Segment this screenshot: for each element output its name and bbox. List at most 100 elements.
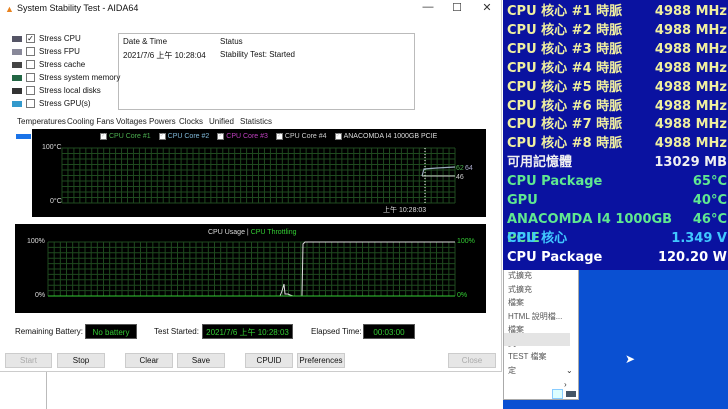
stress-option[interactable]: Stress GPU(s) [12,97,91,110]
temperature-plot [61,147,456,204]
tab-voltages[interactable]: Voltages [116,117,147,126]
osd-label: CPU 核心 #7 時脈 [507,117,623,133]
col-date-header: Date & Time [123,37,168,46]
temp-value-b: 64 [465,165,473,172]
save-button[interactable]: Save [177,353,225,368]
temp-time-label: 上午 10:28:03 [383,207,427,214]
chevron-down-icon[interactable]: ⌄ [566,366,573,375]
tab-temperatures[interactable]: Temperatures [17,117,66,126]
stress-device-icon [12,35,22,42]
menu-item[interactable]: TEST 檔案 [508,351,547,364]
stress-checkbox[interactable]: ✓ [26,34,35,43]
title-bar[interactable]: ▲ System Stability Test - AIDA64 — ☐ ✕ [0,0,500,18]
stress-option[interactable]: ✓ Stress CPU [12,32,81,45]
cpu-usage-chart: CPU Usage | CPU Throttling 100% 0% 100% … [15,224,486,313]
osd-value: 4988 MHz [654,98,727,114]
background-divider [46,372,47,409]
log-status: Stability Test: Started [220,50,295,59]
usage-plot [47,241,456,297]
stress-option[interactable]: Stress cache [12,58,85,71]
osd-value: 46°C [692,211,727,227]
osd-value: 4988 MHz [654,117,727,133]
osd-label: 可用記憶體 [507,155,573,171]
stop-button[interactable]: Stop [57,353,105,368]
maximize-button[interactable]: ☐ [447,1,467,17]
start-button[interactable]: Start [5,353,52,368]
osd-row: CPU Package 120.20 W [507,248,727,267]
stress-option[interactable]: Stress system memory [12,71,120,84]
stress-checkbox[interactable] [26,73,35,82]
osd-row: CPU 核心 1.349 V [507,229,727,248]
elapsed-value: 00:03:00 [363,324,415,339]
test-started-label: Test Started: [154,327,199,336]
battery-label: Remaining Battery: [15,327,84,336]
osd-value: 4988 MHz [654,41,727,57]
preview-view-icon[interactable] [566,391,576,397]
osd-label: CPU 核心 #4 時脈 [507,60,623,76]
menu-item[interactable]: 式擴充 [508,284,532,297]
temp-value-c: 46 [456,174,464,181]
tab-powers[interactable]: Powers [149,117,176,126]
osd-row: CPU 核心 #6 時脈 4988 MHz [507,97,727,116]
elapsed-label: Elapsed Time: [311,327,362,336]
tab-statistics[interactable]: Statistics [240,117,272,126]
aida64-window: ▲ System Stability Test - AIDA64 — ☐ ✕ D… [0,0,502,372]
osd-value: 65°C [692,174,727,190]
stress-option[interactable]: Stress FPU [12,45,80,58]
tab-clocks[interactable]: Clocks [179,117,203,126]
cpu-core-series [421,166,456,177]
menu-highlight [504,333,570,346]
stress-checkbox[interactable] [26,60,35,69]
close-button[interactable]: Close [448,353,496,368]
stress-label: Stress GPU(s) [39,99,91,108]
sensor-osd-panel: CPU 核心 #1 時脈 4988 MHz CPU 核心 #2 時脈 4988 MHz… [503,0,728,270]
osd-label: CPU 核心 #8 時脈 [507,136,623,152]
osd-label: CPU 核心 [507,230,568,246]
osd-value: 4988 MHz [654,60,727,76]
chevron-right-icon[interactable]: › [564,380,567,389]
mouse-cursor-icon: ➤ [625,352,636,366]
osd-row: ANACOMDA I4 1000GB PCIE 46°C [507,210,727,246]
tab-cooling-fans[interactable]: Cooling Fans [67,117,114,126]
osd-label: CPU 核心 #5 時脈 [507,79,623,95]
menu-item[interactable]: 定 [508,365,516,378]
menu-item[interactable]: 式擴充 [508,270,532,283]
osd-label: GPU [507,193,538,208]
menu-item[interactable]: HTML 說明檔... [508,311,562,324]
cpuid-button[interactable]: CPUID [245,353,293,368]
log-date: 2021/7/6 上午 10:28:04 [123,51,206,60]
osd-row: CPU 核心 #4 時脈 4988 MHz [507,59,727,78]
tab-unified[interactable]: Unified [209,117,234,126]
osd-value: 4988 MHz [654,4,727,19]
preferences-button[interactable]: Preferences [297,353,345,368]
osd-value: 4988 MHz [654,136,727,152]
minimize-button[interactable]: — [418,1,438,17]
stress-checkbox[interactable] [26,99,35,108]
osd-row: GPU 40°C [507,191,727,210]
details-view-icon[interactable] [552,389,563,399]
osd-row: 可用記憶體 13029 MB [507,153,727,172]
osd-label: CPU 核心 #2 時脈 [507,22,623,38]
stress-device-icon [12,61,22,68]
stress-checkbox[interactable] [26,86,35,95]
temperature-chart: ✓ CPU Core #1 ✓ CPU Core #2 ✓ CPU Core #3 ✓ CPU… [32,129,486,217]
stress-label: Stress system memory [39,73,121,82]
event-log[interactable]: Date & Time Status 2021/7/6 上午 10:28:04 … [118,33,415,110]
osd-label: CPU 核心 #1 時脈 [507,4,623,19]
context-menu: 式擴充式擴充檔案HTML 說明檔...檔案式TEST 檔案定 ⌄ › [503,268,579,400]
aida64-flame-icon: ▲ [5,4,14,14]
osd-row: CPU 核心 #5 時脈 4988 MHz [507,78,727,97]
menu-item[interactable]: 檔案 [508,297,524,310]
stress-option[interactable]: Stress local disks [12,84,101,97]
close-window-button[interactable]: ✕ [477,1,497,17]
sensor-list-selected-item[interactable] [16,134,31,139]
osd-row: CPU 核心 #3 時脈 4988 MHz [507,40,727,59]
osd-value: 40°C [692,193,727,208]
window-title: System Stability Test - AIDA64 [17,3,139,13]
osd-value: 4988 MHz [654,22,727,38]
osd-row: CPU 核心 #8 時脈 4988 MHz [507,134,727,153]
stress-checkbox[interactable] [26,47,35,56]
osd-label: CPU Package [507,249,603,265]
clear-button[interactable]: Clear [125,353,173,368]
stress-device-icon [12,87,22,94]
